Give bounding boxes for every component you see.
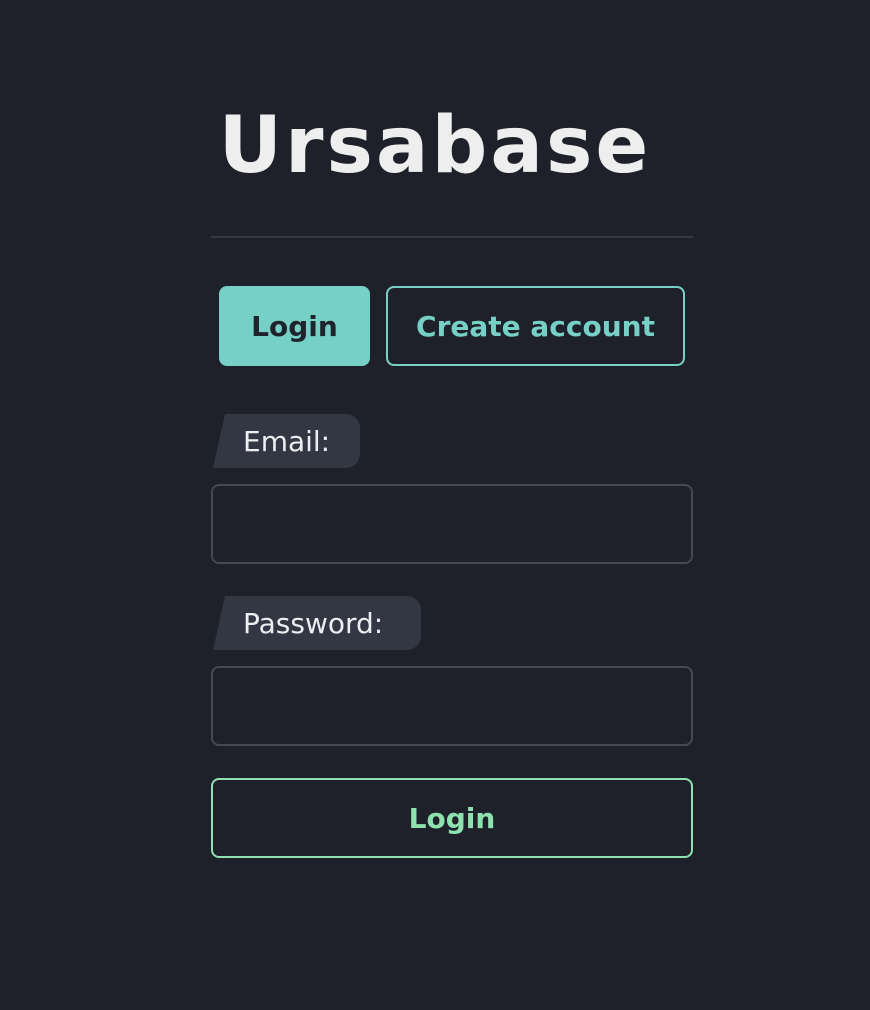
tab-create-account[interactable]: Create account	[386, 286, 685, 366]
header-divider	[211, 236, 693, 238]
login-submit-button[interactable]: Login	[211, 778, 693, 858]
email-field[interactable]	[211, 484, 693, 564]
password-label: Password:	[213, 596, 421, 650]
email-label: Email:	[213, 414, 360, 468]
password-field[interactable]	[211, 666, 693, 746]
password-label-text: Password:	[243, 606, 384, 640]
email-label-text: Email:	[243, 424, 331, 458]
app-logo: Ursabase	[218, 101, 652, 191]
auth-mode-tabs: Login Create account	[219, 286, 685, 366]
tab-login[interactable]: Login	[219, 286, 370, 366]
